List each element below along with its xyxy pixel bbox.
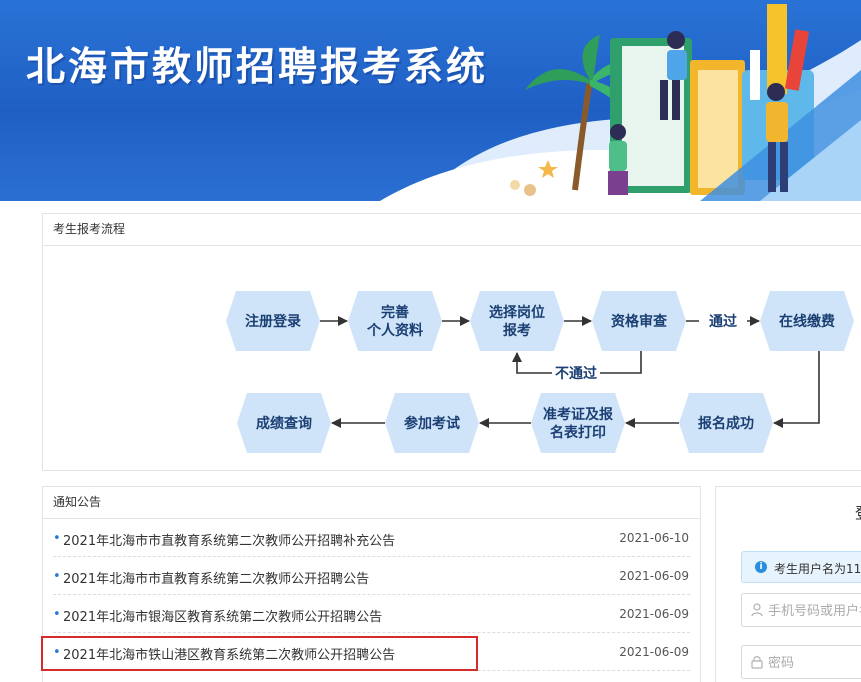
bullet-icon: •	[53, 607, 61, 622]
info-text: 考生用户名为11位	[774, 562, 861, 576]
flow-arrow	[773, 351, 820, 428]
flow-step-label: 成绩查询	[256, 415, 312, 432]
flow-step-label: 参加考试	[404, 415, 460, 432]
notice-title[interactable]: 2021年北海市市直教育系统第二次教师公开招聘补充公告	[63, 530, 395, 549]
notice-date: 2021-06-09	[619, 645, 689, 659]
username-field[interactable]	[741, 593, 861, 627]
notice-title[interactable]: 2021年北海市铁山港区教育系统第二次教师公开招聘公告	[63, 644, 395, 663]
login-panel: 登 i 考生用户名为11位	[715, 486, 861, 682]
flow-diagram: 注册登录完善个人资料选择岗位报考资格审查 在线缴费报名成功准考证及报名表打印参加考…	[226, 291, 854, 453]
lock-icon	[751, 656, 763, 669]
flow-step-success: 报名成功	[679, 393, 773, 453]
flow-step-choose: 选择岗位报考	[470, 291, 564, 351]
user-icon	[751, 603, 763, 617]
fail-label: 不通过	[555, 365, 597, 382]
notice-panel: 通知公告 • 2021年北海市市直教育系统第二次教师公开招聘补充公告 2021-…	[41, 486, 701, 682]
info-notice: i 考生用户名为11位	[741, 551, 861, 583]
flow-step-score: 成绩查询	[237, 393, 331, 453]
page-title: 北海市教师招聘报考系统	[26, 44, 489, 90]
login-heading: 登	[855, 502, 861, 523]
flow-step-label: 准考证及报	[543, 406, 613, 423]
flow-step-review: 资格审查	[592, 291, 686, 351]
flow-step-label: 选择岗位	[489, 304, 545, 321]
bullet-icon: •	[53, 569, 61, 584]
bullet-icon: •	[53, 531, 61, 546]
registration-flow-panel: 考生报考流程 注册登录 完善 个人资料 选择岗位 报考 资格审查 在线缴费 报名成功 准考证及报…	[42, 213, 861, 471]
banner-illustration	[380, 4, 861, 201]
notice-title[interactable]: 2021年北海市银海区教育系统第二次教师公开招聘公告	[63, 606, 382, 625]
notice-item-highlighted[interactable]: • 2021年北海市铁山港区教育系统第二次教师公开招聘公告 2021-06-09	[41, 633, 690, 671]
header-banner: 北海市教师招聘报考系统	[0, 0, 861, 201]
flow-step-print: 准考证及报名表打印	[531, 393, 625, 453]
notice-title[interactable]: 2021年北海市市直教育系统第二次教师公开招聘公告	[63, 568, 369, 587]
flow-step-label: 完善	[381, 304, 409, 321]
notice-item[interactable]: • 2021年北海市银海区教育系统第二次教师公开招聘公告 2021-06-09	[53, 595, 690, 633]
flow-step-label: 资格审查	[611, 313, 668, 330]
notice-item[interactable]: • 2021年北海市市直教育系统第二次教师公开招聘补充公告 2021-06-10	[53, 519, 690, 557]
flow-step-label: 注册登录	[245, 313, 301, 330]
flow-panel-header: 考生报考流程	[43, 214, 861, 246]
password-field[interactable]	[741, 645, 861, 679]
flow-step-label: 报名成功	[698, 415, 754, 432]
flow-step-profile: 完善个人资料	[348, 291, 442, 351]
flow-step-label: 名表打印	[550, 424, 606, 441]
info-icon: i	[755, 561, 767, 573]
bullet-icon: •	[53, 645, 61, 660]
flow-step-label: 个人资料	[366, 322, 423, 339]
notice-date: 2021-06-09	[619, 607, 689, 621]
flow-step-label: 报考	[503, 322, 531, 339]
notice-date: 2021-06-09	[619, 569, 689, 583]
flow-step-register: 注册登录	[226, 291, 320, 351]
flow-step-exam: 参加考试	[385, 393, 479, 453]
flow-step-pay: 在线缴费	[760, 291, 854, 351]
notice-list: • 2021年北海市市直教育系统第二次教师公开招聘补充公告 2021-06-10…	[41, 519, 700, 671]
notice-panel-header: 通知公告	[43, 487, 700, 519]
flow-step-label: 在线缴费	[779, 313, 835, 330]
notice-item[interactable]: • 2021年北海市市直教育系统第二次教师公开招聘公告 2021-06-09	[53, 557, 690, 595]
pass-label: 通过	[709, 313, 737, 330]
notice-date: 2021-06-10	[619, 531, 689, 545]
password-input[interactable]	[768, 653, 861, 673]
username-input[interactable]	[768, 601, 861, 621]
